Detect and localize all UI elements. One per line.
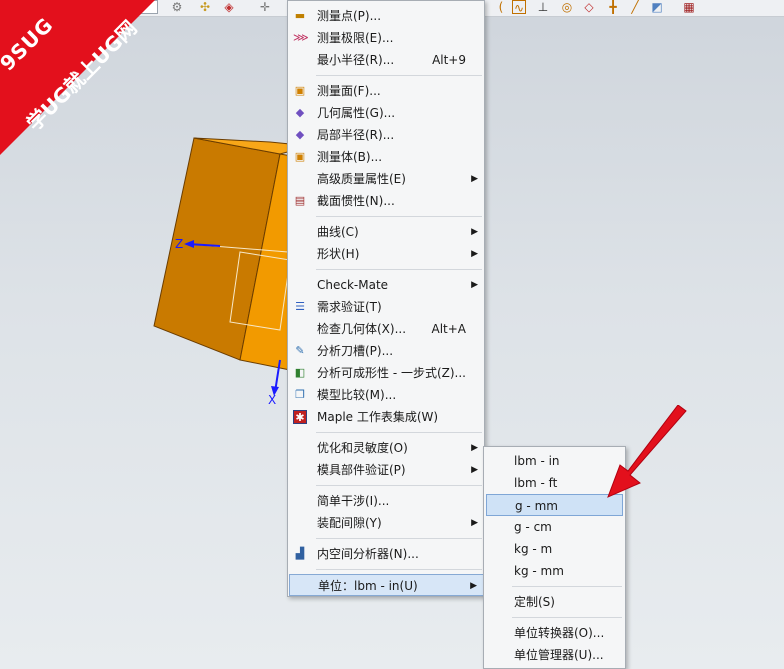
local-radius-icon: ◆ bbox=[295, 128, 305, 141]
menu-item-requirements[interactable]: ☰ 需求验证(T) bbox=[289, 296, 484, 318]
ruler-point-icon: ▬ bbox=[294, 9, 306, 22]
submenu-arrow-icon: ▶ bbox=[471, 518, 478, 528]
menu-item-mold-validation[interactable]: 模具部件验证(P) ▶ bbox=[289, 459, 484, 481]
face-measure-icon: ▣ bbox=[294, 84, 306, 97]
body-measure-icon: ▣ bbox=[294, 150, 306, 163]
menu-item-check-geometry[interactable]: 检查几何体(X)... Alt+A bbox=[289, 318, 484, 340]
annotation-arrow-icon bbox=[607, 405, 687, 498]
submenu-arrow-icon: ▶ bbox=[471, 249, 478, 259]
model-compare-icon: ❐ bbox=[295, 388, 305, 401]
menu-item-optimization[interactable]: 优化和灵敏度(O) ▶ bbox=[289, 437, 484, 459]
grid-icon[interactable]: ▦ bbox=[682, 0, 696, 14]
menu-item-assembly-clearance[interactable]: 装配间隙(Y) ▶ bbox=[289, 512, 484, 534]
unit-manager[interactable]: 单位管理器(U)... bbox=[486, 644, 623, 666]
menu-item-measure-limit[interactable]: ⋙ 测量极限(E)... bbox=[289, 27, 484, 49]
unit-kg-mm[interactable]: kg - mm bbox=[486, 560, 623, 582]
arc-icon[interactable]: ( bbox=[494, 0, 508, 14]
quadrant-icon[interactable]: ◇ bbox=[582, 0, 596, 14]
view-icon[interactable]: ◩ bbox=[650, 0, 664, 14]
space-analyzer-icon: ▟ bbox=[295, 547, 305, 560]
normal-icon[interactable]: ⊥ bbox=[536, 0, 550, 14]
plus-icon[interactable]: ╋ bbox=[606, 0, 620, 14]
analysis-menu: ▬ 测量点(P)... ⋙ 测量极限(E)... 最小半径(R)... Alt+… bbox=[287, 0, 485, 597]
menu-item-advanced-mass[interactable]: 高级质量属性(E) ▶ bbox=[289, 168, 484, 190]
menu-item-formability[interactable]: ◧ 分析可成形性 - 一步式(Z)... bbox=[289, 362, 484, 384]
limit-icon: ⋙ bbox=[293, 31, 309, 44]
menu-item-curve[interactable]: 曲线(C) ▶ bbox=[289, 221, 484, 243]
circle-icon[interactable]: ◎ bbox=[560, 0, 574, 14]
submenu-arrow-icon: ▶ bbox=[471, 174, 478, 184]
section-inertia-icon: ▤ bbox=[294, 194, 306, 207]
submenu-arrow-icon: ▶ bbox=[471, 280, 478, 290]
submenu-arrow-icon: ▶ bbox=[470, 581, 477, 591]
menu-item-tool-slot[interactable]: ✎ 分析刀槽(P)... bbox=[289, 340, 484, 362]
requirements-icon: ☰ bbox=[295, 300, 305, 313]
snap-icon[interactable]: ✣ bbox=[198, 0, 212, 14]
submenu-arrow-icon: ▶ bbox=[471, 465, 478, 475]
menu-item-space-analyzer[interactable]: ▟ 内空间分析器(N)... bbox=[289, 543, 484, 565]
curve-icon[interactable]: ∿ bbox=[512, 0, 526, 15]
geometry-props-icon: ◆ bbox=[295, 106, 305, 119]
formability-icon: ◧ bbox=[294, 366, 306, 379]
menu-item-check-mate[interactable]: Check-Mate ▶ bbox=[289, 274, 484, 296]
menu-item-simple-interference[interactable]: 简单干涉(I)... bbox=[289, 490, 484, 512]
unit-g-cm[interactable]: g - cm bbox=[486, 516, 623, 538]
filter-icon[interactable]: ⚙ bbox=[170, 0, 184, 14]
submenu-arrow-icon: ▶ bbox=[471, 443, 478, 453]
menu-item-measure-face[interactable]: ▣ 测量面(F)... bbox=[289, 80, 484, 102]
menu-item-geometry-props[interactable]: ◆ 几何属性(G)... bbox=[289, 102, 484, 124]
menu-item-units[interactable]: 单位：lbm - in(U) ▶ bbox=[289, 574, 484, 596]
unit-converter[interactable]: 单位转换器(O)... bbox=[486, 622, 623, 644]
menu-item-min-radius[interactable]: 最小半径(R)... Alt+9 bbox=[289, 49, 484, 71]
z-axis-label: Z bbox=[175, 237, 184, 251]
line-icon[interactable]: ╱ bbox=[628, 0, 642, 14]
unit-kg-m[interactable]: kg - m bbox=[486, 538, 623, 560]
menu-item-shape[interactable]: 形状(H) ▶ bbox=[289, 243, 484, 265]
x-axis-label: X bbox=[268, 393, 277, 407]
submenu-arrow-icon: ▶ bbox=[471, 227, 478, 237]
point-icon[interactable]: ◈ bbox=[222, 0, 236, 14]
tool-slot-icon: ✎ bbox=[295, 344, 305, 357]
menu-item-measure-body[interactable]: ▣ 测量体(B)... bbox=[289, 146, 484, 168]
menu-item-measure-point[interactable]: ▬ 测量点(P)... bbox=[289, 5, 484, 27]
menu-item-local-radius[interactable]: ◆ 局部半径(R)... bbox=[289, 124, 484, 146]
maple-icon: ✱ bbox=[293, 410, 307, 424]
menu-item-model-compare[interactable]: ❐ 模型比较(M)... bbox=[289, 384, 484, 406]
menu-item-maple[interactable]: ✱ Maple 工作表集成(W) bbox=[289, 406, 484, 428]
menu-item-section-inertia[interactable]: ▤ 截面惯性(N)... bbox=[289, 190, 484, 212]
unit-custom[interactable]: 定制(S) bbox=[486, 591, 623, 613]
crosshair-icon[interactable]: ✛ bbox=[258, 0, 272, 14]
